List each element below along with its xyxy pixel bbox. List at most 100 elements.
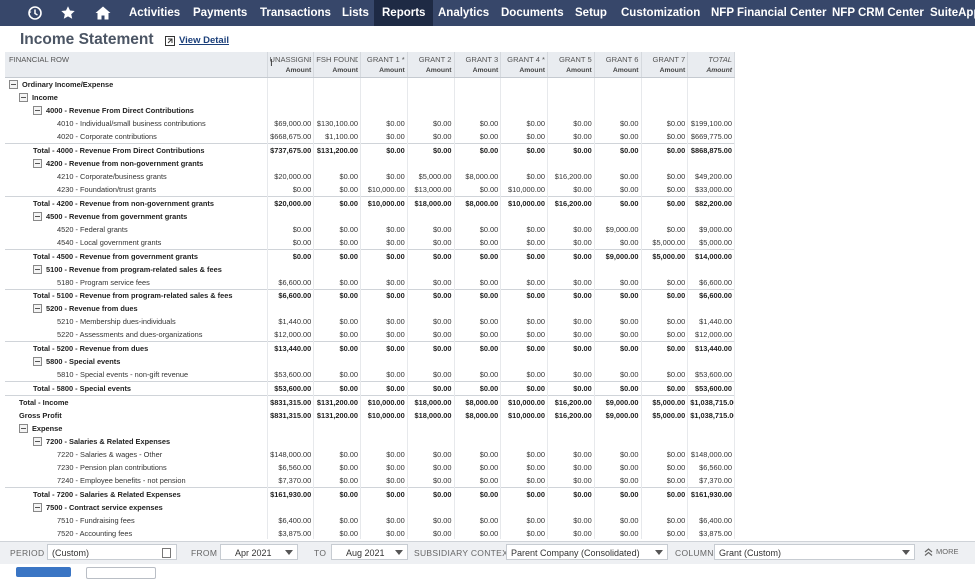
amount-cell[interactable]: $0.00 [641,513,689,527]
amount-cell[interactable]: $148,000.00 [267,448,315,462]
amount-cell[interactable]: $0.00 [500,368,548,382]
collapse-toggle-icon[interactable] [19,92,28,102]
amount-cell[interactable]: $18,000.00 [407,195,455,210]
amount-cell[interactable]: $0.00 [267,235,315,250]
amount-cell[interactable]: $0.00 [594,526,642,539]
amount-cell[interactable]: $6,560.00 [687,461,735,475]
amount-cell[interactable]: $0.00 [641,195,689,210]
amount-cell[interactable]: $0.00 [641,328,689,342]
amount-cell[interactable]: $10,000.00 [360,182,408,197]
amount-cell[interactable]: $0.00 [547,381,595,396]
amount-cell[interactable]: $53,600.00 [687,368,735,382]
amount-cell[interactable]: $0.00 [500,461,548,475]
row-label-cell[interactable]: 5810 - Special events - non-gift revenue [5,368,268,382]
amount-cell[interactable]: $0.00 [547,368,595,382]
amount-cell[interactable]: $6,600.00 [687,275,735,289]
amount-cell[interactable]: $7,370.00 [267,474,315,488]
nav-item-nfp-crm-center[interactable]: NFP CRM Center [824,0,932,26]
amount-cell[interactable]: $5,000.00 [641,409,689,423]
amount-cell[interactable]: $0.00 [641,288,689,303]
amount-cell[interactable]: $868,875.00 [687,142,735,157]
amount-cell[interactable]: $9,000.00 [687,222,735,236]
nav-item-reports[interactable]: Reports [374,0,434,26]
amount-cell[interactable]: $8,000.00 [454,409,502,423]
column-header-7[interactable]: GRANT 5 Amount [547,52,595,78]
amount-cell[interactable]: $6,600.00 [267,275,315,289]
amount-cell[interactable]: $0.00 [313,275,361,289]
amount-cell[interactable]: $0.00 [547,341,595,356]
amount-cell[interactable]: $9,000.00 [594,395,642,410]
amount-cell[interactable]: $831,315.00 [267,409,315,423]
amount-cell[interactable]: $12,000.00 [267,328,315,342]
amount-cell[interactable]: $0.00 [500,116,548,130]
amount-cell[interactable]: $0.00 [313,368,361,382]
amount-cell[interactable]: $0.00 [313,487,361,501]
amount-cell[interactable]: $3,875.00 [687,526,735,539]
amount-cell[interactable]: $0.00 [360,526,408,539]
nav-item-customization[interactable]: Customization [613,0,708,26]
amount-cell[interactable]: $0.00 [547,526,595,539]
amount-cell[interactable]: $10,000.00 [360,195,408,210]
amount-cell[interactable]: $0.00 [360,288,408,303]
column-header-2[interactable]: FSH FOUNDATION Amount [313,52,361,78]
amount-cell[interactable]: $0.00 [454,222,502,236]
amount-cell[interactable]: $53,600.00 [267,381,315,396]
amount-cell[interactable]: $10,000.00 [360,409,408,423]
amount-cell[interactable]: $0.00 [641,315,689,329]
nav-item-nfp-financial-center[interactable]: NFP Financial Center [703,0,834,26]
home-icon[interactable] [88,0,118,26]
amount-cell[interactable]: $0.00 [454,275,502,289]
amount-cell[interactable]: $10,000.00 [500,395,548,410]
nav-item-suiteapps[interactable]: SuiteApps [922,0,975,26]
amount-cell[interactable]: $831,315.00 [267,395,315,410]
amount-cell[interactable]: $0.00 [547,288,595,303]
amount-cell[interactable]: $0.00 [641,461,689,475]
amount-cell[interactable]: $0.00 [547,182,595,197]
amount-cell[interactable]: $0.00 [641,487,689,501]
amount-cell[interactable]: $0.00 [547,222,595,236]
amount-cell[interactable]: $0.00 [594,513,642,527]
amount-cell[interactable]: $0.00 [454,487,502,501]
amount-cell[interactable]: $0.00 [500,288,548,303]
amount-cell[interactable]: $161,930.00 [267,487,315,501]
amount-cell[interactable]: $53,600.00 [267,368,315,382]
nav-item-documents[interactable]: Documents [493,0,572,26]
amount-cell[interactable]: $0.00 [594,116,642,130]
amount-cell[interactable]: $0.00 [407,315,455,329]
amount-cell[interactable]: $6,600.00 [687,288,735,303]
amount-cell[interactable]: $0.00 [407,142,455,157]
amount-cell[interactable]: $0.00 [641,116,689,130]
row-label-cell[interactable]: 4010 - Individual/small business contrib… [5,116,268,130]
amount-cell[interactable]: $13,000.00 [407,182,455,197]
amount-cell[interactable]: $0.00 [547,448,595,462]
amount-cell[interactable]: $0.00 [360,116,408,130]
amount-cell[interactable]: $0.00 [313,169,361,183]
amount-cell[interactable]: $0.00 [454,368,502,382]
amount-cell[interactable]: $8,000.00 [454,195,502,210]
more-toggle[interactable]: MORE [924,547,959,556]
amount-cell[interactable]: $0.00 [407,526,455,539]
row-label-cell[interactable]: 7220 - Salaries & wages - Other [5,448,268,462]
amount-cell[interactable]: $0.00 [500,448,548,462]
amount-cell[interactable]: $0.00 [360,448,408,462]
amount-cell[interactable]: $0.00 [454,513,502,527]
amount-cell[interactable]: $0.00 [547,116,595,130]
amount-cell[interactable]: $82,200.00 [687,195,735,210]
amount-cell[interactable]: $0.00 [313,315,361,329]
amount-cell[interactable]: $5,000.00 [641,248,689,263]
amount-cell[interactable]: $0.00 [500,275,548,289]
amount-cell[interactable]: $0.00 [500,129,548,144]
amount-cell[interactable]: $0.00 [594,315,642,329]
amount-cell[interactable]: $0.00 [547,513,595,527]
amount-cell[interactable]: $0.00 [594,461,642,475]
amount-cell[interactable]: $0.00 [360,275,408,289]
amount-cell[interactable]: $0.00 [454,328,502,342]
column-header-6[interactable]: GRANT 4 * Amount [500,52,548,78]
amount-cell[interactable]: $0.00 [454,315,502,329]
amount-cell[interactable]: $16,200.00 [547,169,595,183]
column-header-8[interactable]: GRANT 6 Amount [594,52,642,78]
amount-cell[interactable]: $5,000.00 [687,235,735,250]
amount-cell[interactable]: $0.00 [500,513,548,527]
amount-cell[interactable]: $0.00 [454,248,502,263]
amount-cell[interactable]: $0.00 [500,169,548,183]
